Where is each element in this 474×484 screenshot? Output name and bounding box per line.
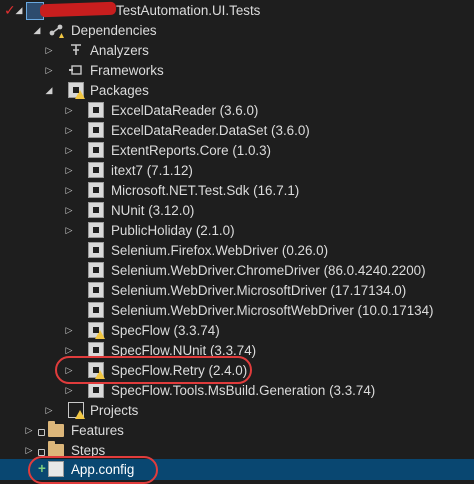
warning-icon	[95, 330, 105, 339]
collapse-arrow-icon[interactable]: ◢	[32, 23, 42, 37]
features-label: Features	[71, 422, 124, 438]
warning-icon	[75, 90, 85, 99]
packages-icon	[68, 82, 85, 99]
expand-arrow-icon[interactable]: ▷	[64, 103, 74, 117]
package-label: SpecFlow.NUnit (3.3.74)	[111, 342, 257, 358]
packages-label: Packages	[90, 82, 149, 98]
redaction-scribble	[39, 1, 117, 18]
package-icon	[88, 122, 104, 138]
package-label: Microsoft.NET.Test.Sdk (16.7.1)	[111, 182, 300, 198]
expand-arrow-icon[interactable]: ▷	[24, 423, 34, 437]
expand-arrow-icon[interactable]: ▷	[64, 203, 74, 217]
expand-arrow-icon[interactable]: ▷	[64, 343, 74, 357]
package-icon	[88, 102, 104, 118]
package-label: ExtentReports.Core (1.0.3)	[111, 142, 272, 158]
package-item[interactable]: Selenium.Firefox.WebDriver (0.26.0)	[0, 240, 474, 260]
package-icon	[88, 222, 104, 238]
package-item[interactable]: ▷ SpecFlow (3.3.74)	[0, 320, 474, 340]
lock-icon	[38, 429, 45, 436]
package-item[interactable]: ▷ PublicHoliday (2.1.0)	[0, 220, 474, 240]
package-label: itext7 (7.1.12)	[111, 162, 193, 178]
package-item[interactable]: ▷ SpecFlow.NUnit (3.3.74)	[0, 340, 474, 360]
analyzers-label: Analyzers	[90, 42, 149, 58]
package-icon	[88, 162, 104, 178]
expand-arrow-icon[interactable]: ▷	[44, 63, 54, 77]
collapse-arrow-icon[interactable]: ◢	[44, 83, 54, 97]
package-item[interactable]: ▷ SpecFlow.Tools.MsBuild.Generation (3.3…	[0, 380, 474, 400]
package-label: Selenium.WebDriver.ChromeDriver (86.0.42…	[111, 262, 426, 278]
package-item-specflow-retry[interactable]: ▷ SpecFlow.Retry (2.4.0)	[0, 360, 474, 380]
expand-arrow-icon[interactable]: ▷	[24, 443, 34, 457]
package-label: SpecFlow.Retry (2.4.0)	[111, 362, 248, 378]
dependencies-icon	[48, 22, 64, 38]
package-item[interactable]: Selenium.WebDriver.MicrosoftDriver (17.1…	[0, 280, 474, 300]
config-file-icon	[48, 461, 64, 477]
package-icon	[88, 302, 104, 318]
package-icon	[88, 362, 105, 379]
package-item[interactable]: ▷ itext7 (7.1.12)	[0, 160, 474, 180]
framework-icon	[68, 62, 84, 78]
package-label: SpecFlow.Tools.MsBuild.Generation (3.3.7…	[111, 382, 376, 398]
packages-node[interactable]: ◢ Packages	[0, 80, 474, 100]
package-item[interactable]: Selenium.WebDriver.MicrosoftWebDriver (1…	[0, 300, 474, 320]
expand-arrow-icon[interactable]: ▷	[64, 223, 74, 237]
expand-arrow-icon[interactable]: ▷	[64, 383, 74, 397]
folder-icon	[48, 421, 64, 437]
expand-arrow-icon[interactable]: ▷	[64, 183, 74, 197]
steps-label: Steps	[71, 442, 106, 458]
analyzers-node[interactable]: ▷ Analyzers	[0, 40, 474, 60]
steps-folder[interactable]: ▷ Steps	[0, 440, 474, 460]
add-icon: +	[38, 461, 46, 476]
project-name: TestAutomation.UI.Tests	[116, 2, 261, 18]
expand-arrow-icon[interactable]: ▷	[44, 43, 54, 57]
projects-label: Projects	[90, 402, 139, 418]
expand-arrow-icon[interactable]: ▷	[64, 123, 74, 137]
frameworks-label: Frameworks	[90, 62, 164, 78]
expand-arrow-icon[interactable]: ▷	[64, 363, 74, 377]
package-icon	[88, 142, 104, 158]
package-icon	[88, 282, 104, 298]
package-label: SpecFlow (3.3.74)	[111, 322, 220, 338]
analyzer-icon	[68, 42, 84, 58]
expand-arrow-icon[interactable]: ▷	[64, 323, 74, 337]
folder-icon	[48, 441, 64, 457]
package-label: ExcelDataReader (3.6.0)	[111, 102, 259, 118]
warning-icon	[75, 410, 85, 419]
package-icon	[88, 242, 104, 258]
collapse-arrow-icon[interactable]: ◢	[14, 3, 24, 17]
project-node[interactable]: ✓ ◢ TestAutomation.UI.Tests	[0, 0, 474, 20]
dependencies-node[interactable]: ◢ Dependencies	[0, 20, 474, 40]
frameworks-node[interactable]: ▷ Frameworks	[0, 60, 474, 80]
warning-icon	[95, 370, 105, 379]
features-folder[interactable]: ▷ Features	[0, 420, 474, 440]
package-icon	[88, 342, 104, 358]
lock-icon	[38, 449, 45, 456]
package-label: ExcelDataReader.DataSet (3.6.0)	[111, 122, 310, 138]
package-item[interactable]: ▷ NUnit (3.12.0)	[0, 200, 474, 220]
package-label: Selenium.WebDriver.MicrosoftWebDriver (1…	[111, 302, 434, 318]
package-item[interactable]: ▷ Microsoft.NET.Test.Sdk (16.7.1)	[0, 180, 474, 200]
package-icon	[88, 182, 104, 198]
app-config-file[interactable]: + App.config	[0, 459, 474, 480]
package-icon	[88, 382, 104, 398]
package-label: NUnit (3.12.0)	[111, 202, 195, 218]
package-item[interactable]: ▷ ExcelDataReader (3.6.0)	[0, 100, 474, 120]
package-item[interactable]: Selenium.WebDriver.ChromeDriver (86.0.42…	[0, 260, 474, 280]
expand-arrow-icon[interactable]: ▷	[64, 143, 74, 157]
expand-arrow-icon[interactable]: ▷	[44, 403, 54, 417]
package-icon	[88, 262, 104, 278]
expand-arrow-icon[interactable]: ▷	[64, 163, 74, 177]
package-item[interactable]: ▷ ExcelDataReader.DataSet (3.6.0)	[0, 120, 474, 140]
dependencies-label: Dependencies	[71, 22, 157, 38]
app-config-label: App.config	[71, 462, 135, 477]
package-label: PublicHoliday (2.1.0)	[111, 222, 235, 238]
solution-explorer-tree: ✓ ◢ TestAutomation.UI.Tests ◢ Dependenci…	[0, 0, 474, 484]
package-label: Selenium.WebDriver.MicrosoftDriver (17.1…	[111, 282, 407, 298]
projects-icon	[68, 402, 85, 419]
package-label: Selenium.Firefox.WebDriver (0.26.0)	[111, 242, 329, 258]
package-icon	[88, 322, 105, 339]
package-icon	[88, 202, 104, 218]
package-item[interactable]: ▷ ExtentReports.Core (1.0.3)	[0, 140, 474, 160]
projects-node[interactable]: ▷ Projects	[0, 400, 474, 420]
